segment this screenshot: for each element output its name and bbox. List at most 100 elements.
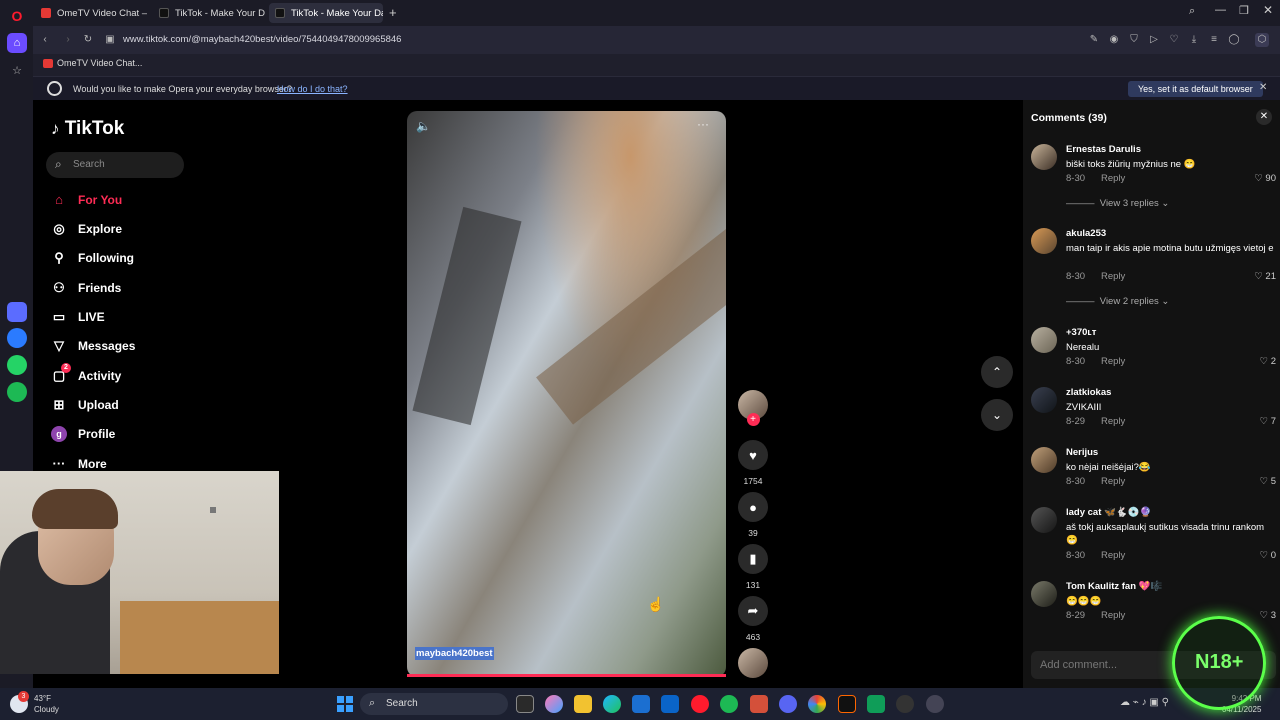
android-icon[interactable] xyxy=(867,695,885,713)
nav-activity[interactable]: ▢ 2 Activity xyxy=(51,363,121,388)
comment-user[interactable]: +370ʟᴛ xyxy=(1066,327,1096,338)
edit-icon[interactable]: ✎ xyxy=(1087,33,1101,47)
obs-icon[interactable] xyxy=(896,695,914,713)
opera-gx-icon[interactable] xyxy=(750,695,768,713)
forward-icon[interactable]: › xyxy=(61,33,75,47)
comment-action[interactable]: ● 39 xyxy=(737,492,769,538)
creator-avatar[interactable]: + xyxy=(737,390,769,426)
taskbar-search[interactable]: ⌕ Search xyxy=(360,693,508,715)
weather-widget[interactable]: 43°F Cloudy xyxy=(34,693,59,715)
maximize-icon[interactable]: ❐ xyxy=(1239,4,1249,17)
edge-icon[interactable] xyxy=(603,695,621,713)
close-icon[interactable]: ✕ xyxy=(1263,3,1273,17)
video-player[interactable]: 🔈 ··· maybach420best xyxy=(407,111,726,677)
avatar[interactable] xyxy=(1031,228,1057,254)
next-video-button[interactable]: ⌄ xyxy=(981,399,1013,431)
avatar[interactable] xyxy=(1031,387,1057,413)
avatar[interactable] xyxy=(1031,327,1057,353)
comment-likes[interactable]: ♡ 5 xyxy=(1260,476,1276,487)
video-author[interactable]: maybach420best xyxy=(415,647,494,660)
messenger-icon[interactable] xyxy=(7,328,27,348)
tray-icons[interactable]: ☁ ⌁ ♪ ▣ ⚲ xyxy=(1120,697,1169,708)
previous-video-button[interactable]: ⌃ xyxy=(981,356,1013,388)
nav-upload[interactable]: ⊞ Upload xyxy=(51,393,119,417)
like-action[interactable]: ♥ 1754 xyxy=(737,440,769,486)
avatar[interactable] xyxy=(1031,581,1057,607)
camera-icon[interactable]: ◉ xyxy=(1107,33,1121,47)
avatar[interactable] xyxy=(1031,144,1057,170)
download-icon[interactable]: ⤓ xyxy=(1187,33,1201,47)
comment-likes[interactable]: ♡ 7 xyxy=(1260,416,1276,427)
url-field[interactable]: www.tiktok.com/@maybach420best/video/754… xyxy=(123,34,401,45)
outlook-icon[interactable] xyxy=(661,695,679,713)
nav-live[interactable]: ▭ LIVE xyxy=(51,305,105,329)
nav-following[interactable]: ⚲ Following xyxy=(51,246,134,270)
video-progress-bar[interactable] xyxy=(407,674,726,677)
comment-user[interactable]: Tom Kaulitz fan 💖🎼 xyxy=(1066,581,1162,592)
nav-for-you[interactable]: ⌂ For You xyxy=(51,188,122,212)
back-icon[interactable]: ‹ xyxy=(38,33,52,47)
comment-user[interactable]: lady cat 🦋🐇💿🔮 xyxy=(1066,507,1151,518)
avatar[interactable] xyxy=(1031,447,1057,473)
profile-icon[interactable]: ◯ xyxy=(1227,33,1241,47)
reply-button[interactable]: Reply xyxy=(1101,173,1125,184)
opera-icon[interactable] xyxy=(691,695,709,713)
bookmark-ometv[interactable]: OmeTV Video Chat... xyxy=(41,58,142,68)
video-more-icon[interactable]: ··· xyxy=(697,117,709,131)
reload-icon[interactable]: ↻ xyxy=(81,33,95,47)
close-comments-icon[interactable]: ✕ xyxy=(1256,109,1272,125)
comment-user[interactable]: akula253 xyxy=(1066,228,1106,239)
new-tab-icon[interactable]: + xyxy=(389,5,397,20)
extensions-icon[interactable]: ⬡ xyxy=(1255,33,1269,47)
comment-user[interactable]: Ernestas Darulis xyxy=(1066,144,1141,155)
tab-ometv[interactable]: OmeTV Video Chat — On xyxy=(35,3,147,23)
shield-icon[interactable]: ⛉ xyxy=(1127,33,1141,47)
copilot-icon[interactable] xyxy=(545,695,563,713)
comment-likes[interactable]: ♡ 2 xyxy=(1260,356,1276,367)
view-replies[interactable]: ——— View 2 replies ⌄ xyxy=(1066,296,1169,307)
music-disc[interactable] xyxy=(737,648,769,678)
search-input[interactable]: ⌕ Search xyxy=(46,152,184,178)
weather-icon[interactable]: 3 xyxy=(10,691,29,713)
discord-icon[interactable] xyxy=(779,695,797,713)
chrome-icon[interactable] xyxy=(808,695,826,713)
follow-plus-icon[interactable]: + xyxy=(746,413,760,426)
menu-icon[interactable]: ≡ xyxy=(1207,33,1221,47)
search-tabs-icon[interactable]: ⌕ xyxy=(1189,5,1195,18)
save-action[interactable]: ▮ 131 xyxy=(737,544,769,590)
comment-likes[interactable]: ♡ 3 xyxy=(1260,610,1276,621)
tiktok-logo[interactable]: ♪ TikTok xyxy=(51,118,124,140)
aria-icon[interactable] xyxy=(7,302,27,322)
settings-icon[interactable] xyxy=(926,695,944,713)
reply-button[interactable]: Reply xyxy=(1101,550,1125,561)
opera-logo-icon[interactable]: O xyxy=(7,6,27,26)
spotify-icon[interactable] xyxy=(720,695,738,713)
star-icon[interactable]: ☆ xyxy=(7,60,27,80)
set-default-button[interactable]: Yes, set it as default browser xyxy=(1128,81,1263,97)
file-explorer-icon[interactable] xyxy=(574,695,592,713)
start-icon[interactable] xyxy=(337,696,353,712)
comment-likes[interactable]: ♡ 0 xyxy=(1260,550,1276,561)
how-link[interactable]: How do I do that? xyxy=(277,84,348,94)
tab-tiktok-2[interactable]: TikTok - Make Your Day xyxy=(269,3,383,23)
avatar[interactable] xyxy=(1031,507,1057,533)
comment-likes[interactable]: ♡ 90 xyxy=(1254,173,1276,184)
heart-icon[interactable]: ♡ xyxy=(1167,33,1181,47)
reply-button[interactable]: Reply xyxy=(1101,416,1125,427)
spotify-icon[interactable] xyxy=(7,382,27,402)
comment-user[interactable]: Nerijus xyxy=(1066,447,1098,458)
tab-tiktok-1[interactable]: TikTok - Make Your Day xyxy=(153,3,265,23)
share-action[interactable]: ➦ 463 xyxy=(737,596,769,642)
minimize-icon[interactable]: — xyxy=(1215,4,1226,16)
comment-user[interactable]: zlatkiokas xyxy=(1066,387,1111,398)
store-icon[interactable] xyxy=(632,695,650,713)
comment-likes[interactable]: ♡ 21 xyxy=(1254,271,1276,282)
reply-button[interactable]: Reply xyxy=(1101,610,1125,621)
reply-button[interactable]: Reply xyxy=(1101,271,1125,282)
reply-button[interactable]: Reply xyxy=(1101,476,1125,487)
play-icon[interactable]: ▷ xyxy=(1147,33,1161,47)
nav-profile[interactable]: g Profile xyxy=(51,422,115,446)
reply-button[interactable]: Reply xyxy=(1101,356,1125,367)
home-icon[interactable]: ⌂ xyxy=(7,33,27,53)
whatsapp-icon[interactable] xyxy=(7,355,27,375)
